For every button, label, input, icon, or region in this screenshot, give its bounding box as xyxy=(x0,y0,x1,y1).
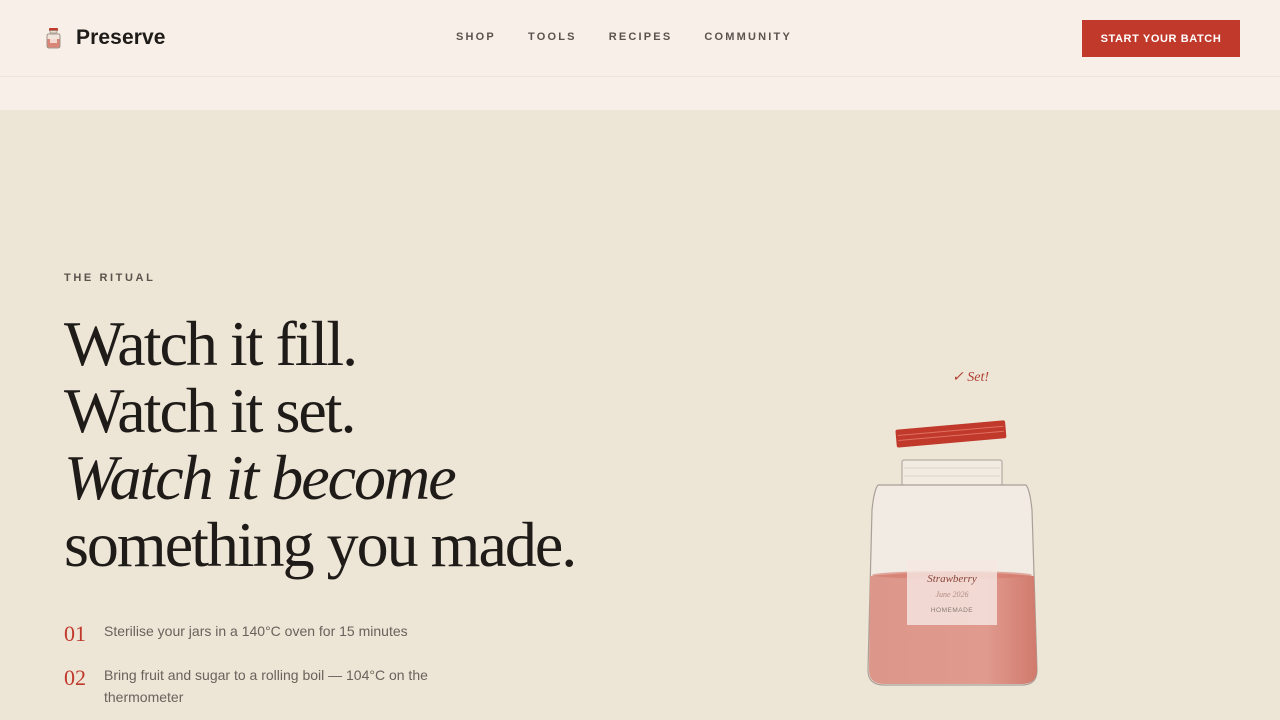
step-text: Bring fruit and sugar to a rolling boil … xyxy=(104,667,428,705)
brand-link[interactable]: Preserve xyxy=(44,26,166,50)
steps-list: 01 Sterilise your jars in a 140°C oven f… xyxy=(64,620,484,720)
site-header: Preserve SHOP TOOLS RECIPES COMMUNITY ST… xyxy=(0,0,1280,110)
jar-label: Strawberry June 2026 HOMEMADE xyxy=(907,560,997,625)
nav-shop[interactable]: SHOP xyxy=(456,31,496,43)
label-tag: HOMEMADE xyxy=(931,607,973,614)
main-nav: SHOP TOOLS RECIPES COMMUNITY xyxy=(456,31,824,43)
nav-tools[interactable]: TOOLS xyxy=(528,31,577,43)
jar-icon xyxy=(46,28,61,49)
brand-name: Preserve xyxy=(76,26,166,49)
nav-recipes[interactable]: RECIPES xyxy=(609,31,673,43)
label-date: June 2026 xyxy=(935,590,968,599)
step-item: 02 Bring fruit and sugar to a rolling bo… xyxy=(64,664,484,708)
headline-line-3: Watch it become xyxy=(64,442,457,513)
jar-lid xyxy=(895,420,1007,448)
headline-line-2: Watch it set. xyxy=(64,375,357,446)
start-batch-button[interactable]: START YOUR BATCH xyxy=(1082,20,1240,57)
jar-neck xyxy=(901,459,1003,489)
label-flavor: Strawberry xyxy=(927,573,977,585)
hero-eyebrow: THE RITUAL xyxy=(64,272,156,284)
headline-line-1: Watch it fill. xyxy=(64,308,358,379)
nav-community[interactable]: COMMUNITY xyxy=(704,31,792,43)
jar-illustration: Strawberry June 2026 HOMEMADE xyxy=(867,420,1038,686)
step-number: 02 xyxy=(64,665,86,690)
headline-line-4: something you made. xyxy=(64,509,577,580)
step-number: 01 xyxy=(64,621,86,646)
hero-headline: Watch it fill. Watch it set. Watch it be… xyxy=(64,310,664,578)
step-text: Sterilise your jars in a 140°C oven for … xyxy=(104,623,408,639)
step-item: 01 Sterilise your jars in a 140°C oven f… xyxy=(64,620,484,648)
header-bar: Preserve SHOP TOOLS RECIPES COMMUNITY ST… xyxy=(0,0,1280,77)
